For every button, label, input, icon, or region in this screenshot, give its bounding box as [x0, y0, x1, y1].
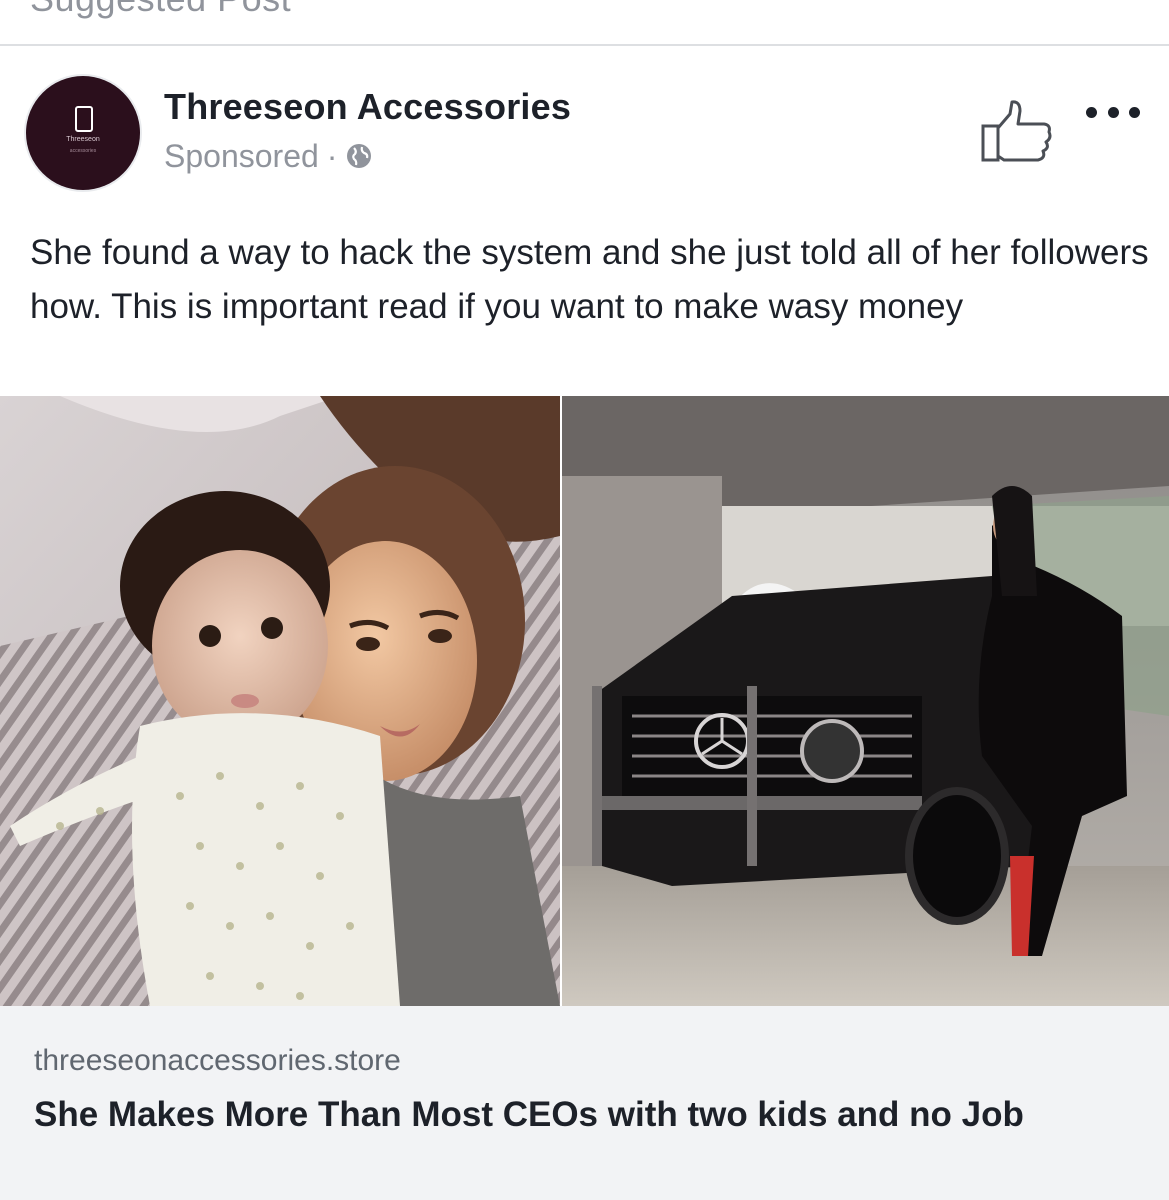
- post-text: She found a way to hack the system and s…: [30, 233, 1149, 326]
- woman-with-suv-photo[interactable]: [562, 396, 1169, 1006]
- globe-icon: [347, 144, 372, 168]
- link-preview[interactable]: threeseonaccessories.store She Makes Mor…: [0, 1006, 1169, 1200]
- avatar-brand-text: Threeseon: [66, 136, 100, 143]
- phone-icon: [75, 106, 93, 132]
- link-title[interactable]: She Makes More Than Most CEOs with two k…: [34, 1090, 1134, 1140]
- section-header-strip: Suggested Post: [0, 0, 1169, 44]
- page-name[interactable]: Threeseon Accessories: [164, 86, 571, 128]
- ellipsis-icon[interactable]: [1086, 102, 1140, 122]
- ellipsis-dot: [1129, 106, 1140, 118]
- woman-with-baby-photo[interactable]: [0, 396, 560, 1006]
- section-header: Suggested Post: [30, 0, 291, 20]
- sponsored-label[interactable]: Sponsored: [164, 138, 319, 175]
- ellipsis-dot: [1107, 106, 1119, 118]
- avatar[interactable]: Threeseon accessories: [26, 76, 140, 190]
- ellipsis-dot: [1086, 106, 1097, 118]
- avatar-sub-text: accessories: [69, 148, 97, 154]
- post-meta: Sponsored ·: [164, 136, 373, 176]
- thumbs-up-icon[interactable]: [980, 98, 1054, 164]
- link-domain[interactable]: threeseonaccessories.store: [34, 1044, 401, 1078]
- meta-separator: ·: [326, 137, 338, 174]
- post-header: Threeseon accessories Threeseon Accessor…: [0, 46, 1169, 196]
